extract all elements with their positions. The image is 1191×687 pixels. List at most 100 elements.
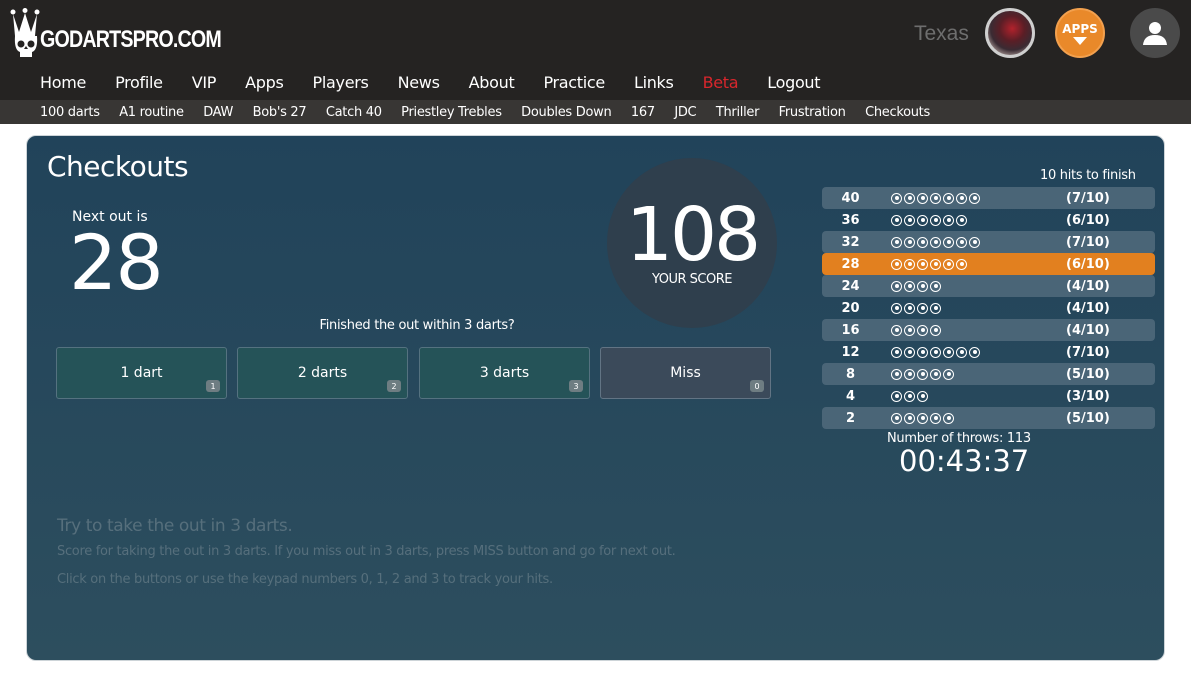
dartboard-hit-icon — [969, 346, 980, 358]
target-row: 20 (4/10) — [822, 297, 1155, 319]
target-number: 40 — [841, 190, 860, 206]
dartboard-hit-icon — [930, 302, 941, 314]
checkouts-panel: Checkouts Next out is 28 108 YOUR SCORE … — [26, 135, 1165, 661]
apps-download-icon[interactable]: APPS — [1055, 8, 1105, 58]
dartboard-hit-icon — [956, 236, 967, 248]
target-number: 8 — [845, 366, 856, 382]
target-row: 16 (4/10) — [822, 319, 1155, 341]
subnav-checkouts[interactable]: Checkouts — [865, 105, 930, 120]
hit-fraction: (6/10) — [1066, 256, 1110, 272]
two-darts-button[interactable]: 2 darts 2 — [237, 347, 408, 399]
target-number: 32 — [841, 234, 860, 250]
player-avatar[interactable] — [985, 8, 1035, 58]
nav-apps[interactable]: Apps — [245, 73, 284, 92]
subnav-priestley-trebles[interactable]: Priestley Trebles — [401, 105, 502, 120]
target-row-active: 28 (6/10) — [822, 253, 1155, 275]
dartboard-hit-icon — [943, 236, 954, 248]
help-line-2: Click on the buttons or use the keypad n… — [57, 572, 553, 587]
subnav-frustration[interactable]: Frustration — [779, 105, 846, 120]
dartboard-hit-icon — [904, 346, 915, 358]
hit-marks — [879, 412, 1066, 424]
target-number: 36 — [841, 212, 860, 228]
user-icon[interactable] — [1130, 8, 1180, 58]
score-value: 108 — [625, 192, 761, 278]
user-name[interactable]: Texas — [914, 22, 969, 46]
miss-button[interactable]: Miss 0 — [600, 347, 771, 399]
help-title: Try to take the out in 3 darts. — [57, 516, 293, 536]
subnav-doubles-down[interactable]: Doubles Down — [521, 105, 612, 120]
nav-about[interactable]: About — [469, 73, 515, 92]
dartboard-hit-icon — [904, 302, 915, 314]
hit-marks — [879, 390, 1066, 402]
dartboard-hit-icon — [917, 368, 928, 380]
dartboard-hit-icon — [904, 236, 915, 248]
nav-beta[interactable]: Beta — [703, 73, 739, 92]
question-text: Finished the out within 3 darts? — [319, 318, 515, 333]
target-row: 12 (7/10) — [822, 341, 1155, 363]
nav-news[interactable]: News — [398, 73, 440, 92]
nav-players[interactable]: Players — [313, 73, 369, 92]
dartboard-hit-icon — [917, 192, 928, 204]
dartboard-hit-icon — [930, 412, 941, 424]
dartboard-hit-icon — [904, 412, 915, 424]
nav-profile[interactable]: Profile — [115, 73, 163, 92]
hit-fraction: (4/10) — [1066, 322, 1110, 338]
button-label: 1 dart — [120, 365, 163, 381]
dartboard-hit-icon — [917, 236, 928, 248]
nav-vip[interactable]: VIP — [192, 73, 217, 92]
subnav-catch-40[interactable]: Catch 40 — [326, 105, 382, 120]
subnav-100-darts[interactable]: 100 darts — [40, 105, 100, 120]
subnav-jdc[interactable]: JDC — [674, 105, 696, 120]
target-row: 2 (5/10) — [822, 407, 1155, 429]
dartboard-hit-icon — [904, 280, 915, 292]
nav-links[interactable]: Links — [634, 73, 674, 92]
target-number: 4 — [845, 388, 856, 404]
subnav-thriller[interactable]: Thriller — [716, 105, 760, 120]
dartboard-hit-icon — [930, 280, 941, 292]
hit-fraction: (3/10) — [1066, 388, 1110, 404]
dartboard-hit-icon — [930, 236, 941, 248]
dartboard-hit-icon — [930, 346, 941, 358]
nav-logout[interactable]: Logout — [767, 73, 820, 92]
score-label: YOUR SCORE — [652, 272, 732, 287]
subnav-bobs-27[interactable]: Bob's 27 — [253, 105, 307, 120]
nav-practice[interactable]: Practice — [543, 73, 605, 92]
dartboard-hit-icon — [891, 390, 902, 402]
hit-fraction: (6/10) — [1066, 212, 1110, 228]
target-row: 24 (4/10) — [822, 275, 1155, 297]
keyboard-shortcut-badge: 1 — [206, 380, 220, 392]
dartboard-hit-icon — [943, 412, 954, 424]
dartboard-hit-icon — [969, 236, 980, 248]
dartboard-hit-icon — [904, 390, 915, 402]
subnav-167[interactable]: 167 — [631, 105, 655, 120]
dartboard-hit-icon — [956, 346, 967, 358]
page-title: Checkouts — [47, 150, 189, 183]
dartboard-hit-icon — [904, 214, 915, 226]
target-row: 36 (6/10) — [822, 209, 1155, 231]
dartboard-hit-icon — [956, 258, 967, 270]
target-row: 4 (3/10) — [822, 385, 1155, 407]
hit-fraction: (7/10) — [1066, 344, 1110, 360]
dartboard-hit-icon — [917, 302, 928, 314]
main-nav: Home Profile VIP Apps Players News About… — [40, 73, 849, 92]
dartboard-hit-icon — [917, 324, 928, 336]
dartboard-hit-icon — [891, 302, 902, 314]
hit-marks — [879, 368, 1066, 380]
dartboard-hit-icon — [943, 258, 954, 270]
one-dart-button[interactable]: 1 dart 1 — [56, 347, 227, 399]
dartboard-hit-icon — [891, 324, 902, 336]
three-darts-button[interactable]: 3 darts 3 — [419, 347, 590, 399]
subnav-daw[interactable]: DAW — [203, 105, 233, 120]
button-label: 3 darts — [479, 365, 530, 381]
target-number: 12 — [841, 344, 860, 360]
apps-label: APPS — [1062, 21, 1098, 36]
hits-to-finish-label: 10 hits to finish — [1040, 168, 1136, 183]
dartboard-hit-icon — [891, 368, 902, 380]
game-timer: 00:43:37 — [899, 444, 1030, 478]
site-logo[interactable]: GODARTSPRO.COM — [10, 6, 261, 58]
subnav-a1-routine[interactable]: A1 routine — [119, 105, 184, 120]
next-out-value: 28 — [69, 218, 164, 307]
dartboard-hit-icon — [891, 236, 902, 248]
nav-home[interactable]: Home — [40, 73, 86, 92]
dartboard-hit-icon — [904, 368, 915, 380]
